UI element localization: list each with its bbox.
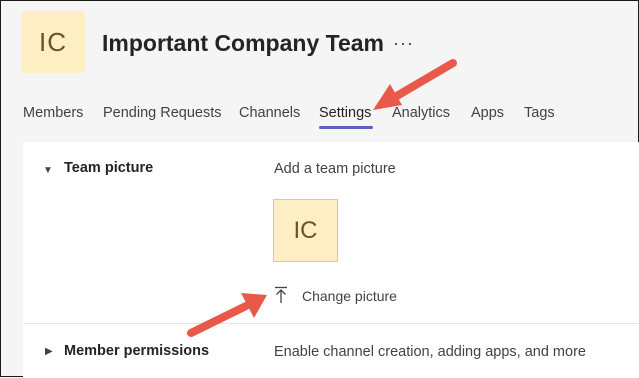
- team-avatar: IC: [21, 11, 85, 73]
- settings-panel: ▼ Team picture Add a team picture IC Cha…: [23, 142, 639, 378]
- tab-members[interactable]: Members: [23, 105, 83, 121]
- team-picture-preview: IC: [273, 199, 338, 262]
- collapse-caret-icon[interactable]: ▼: [43, 165, 53, 176]
- tab-apps[interactable]: Apps: [471, 105, 504, 121]
- team-picture-title[interactable]: Team picture: [64, 160, 153, 176]
- tab-settings[interactable]: Settings: [319, 105, 371, 121]
- more-options-icon[interactable]: ···: [393, 33, 414, 54]
- tab-tags[interactable]: Tags: [524, 105, 555, 121]
- team-name: Important Company Team: [102, 30, 384, 56]
- member-permissions-description: Enable channel creation, adding apps, an…: [274, 344, 586, 360]
- member-permissions-title[interactable]: Member permissions: [64, 343, 209, 359]
- team-picture-description: Add a team picture: [274, 161, 396, 177]
- tab-analytics[interactable]: Analytics: [392, 105, 450, 121]
- annotation-arrow-settings: [373, 59, 457, 110]
- expand-caret-icon[interactable]: ▶: [45, 346, 53, 357]
- tab-channels[interactable]: Channels: [239, 105, 300, 121]
- section-divider: [23, 323, 639, 324]
- upload-icon[interactable]: [273, 286, 289, 304]
- change-picture-button[interactable]: Change picture: [302, 288, 397, 304]
- active-tab-indicator: [319, 126, 373, 129]
- tab-pending-requests[interactable]: Pending Requests: [103, 105, 222, 121]
